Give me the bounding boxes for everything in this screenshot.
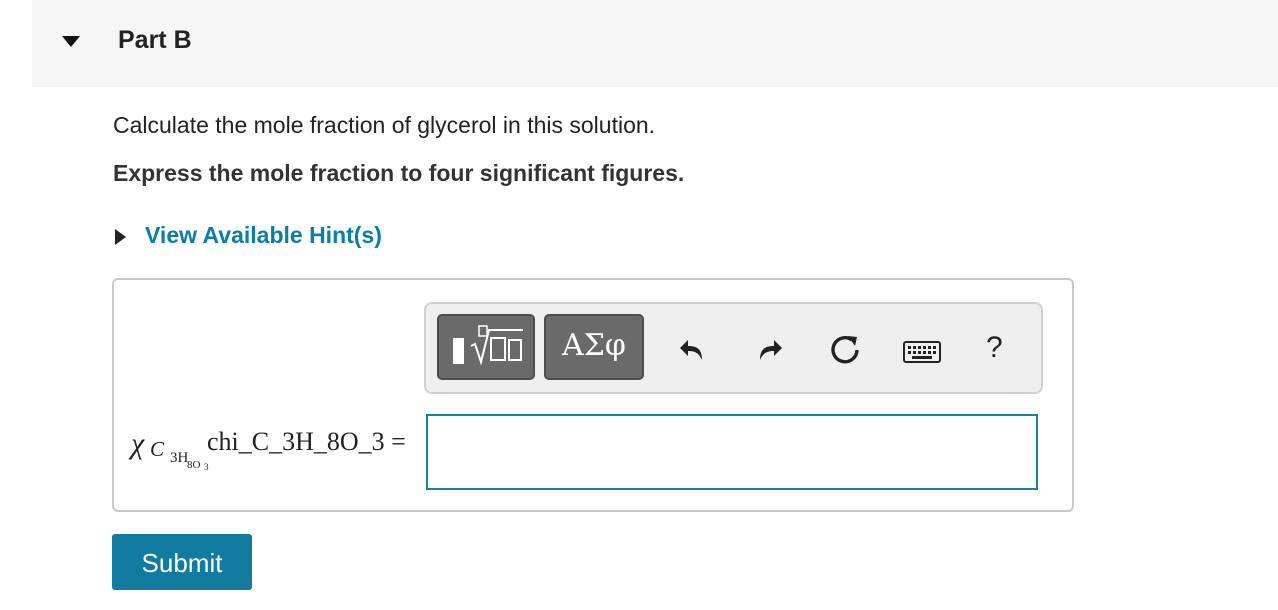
keyboard-icon[interactable] <box>903 341 941 363</box>
greek-symbols-button[interactable]: ΑΣφ <box>544 314 644 380</box>
templates-button[interactable] <box>437 314 535 380</box>
subscript-c: C <box>150 437 165 461</box>
undo-icon[interactable] <box>678 334 708 364</box>
answer-variable-label: χ C 3H 8O 3 <box>131 427 209 472</box>
part-title: Part B <box>118 26 192 54</box>
reset-icon[interactable] <box>828 332 862 366</box>
redo-icon[interactable] <box>754 334 784 364</box>
question-instruction: Express the mole fraction to four signif… <box>113 160 685 186</box>
submit-button[interactable]: Submit <box>112 534 252 590</box>
collapse-caret-icon[interactable] <box>62 36 80 47</box>
help-button[interactable]: ? <box>986 331 1003 365</box>
part-header[interactable]: Part B <box>32 0 1278 87</box>
subscript-3: 3 <box>204 462 209 472</box>
question-prompt: Calculate the mole fraction of glycerol … <box>113 112 656 138</box>
chi-symbol: χ <box>131 427 145 460</box>
templates-icon <box>453 325 523 366</box>
answer-input[interactable] <box>426 414 1038 490</box>
answer-alt-text: chi_C_3H_8O_3 = <box>207 427 406 456</box>
view-hints-link[interactable]: View Available Hint(s) <box>145 222 382 249</box>
subscript-8o: 8O <box>187 459 201 471</box>
subscript-3h: 3H <box>170 450 189 466</box>
expand-caret-icon[interactable] <box>115 229 126 245</box>
